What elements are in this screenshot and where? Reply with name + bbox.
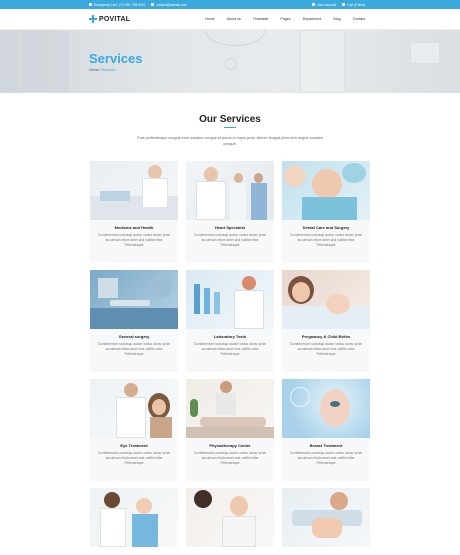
service-description: Condimentum sociosqu auctor varius donec…: [97, 233, 171, 247]
service-card[interactable]: [282, 488, 370, 547]
cart-label[interactable]: Cart (0 item): [347, 3, 365, 7]
site-logo[interactable]: POVITAL: [89, 15, 130, 23]
service-image: [282, 161, 370, 220]
email-info[interactable]: contact@domain.com: [151, 3, 187, 7]
service-description: Condimentum sociosqu auctor varius donec…: [193, 233, 267, 247]
medical-cross-icon: [89, 15, 97, 23]
breadcrumb-separator: /: [99, 68, 101, 72]
nav-item-blog[interactable]: Blog: [327, 17, 346, 21]
account-label[interactable]: User Account: [317, 3, 336, 7]
mail-icon: [151, 3, 155, 6]
nav-item-contact[interactable]: Contact: [347, 17, 371, 21]
section-divider: [224, 127, 236, 128]
service-image: [186, 161, 274, 220]
cart-link[interactable]: Cart (0 item): [342, 3, 365, 7]
breadcrumb: Home / Services: [89, 68, 115, 72]
account-link[interactable]: User Account: [312, 3, 336, 7]
service-card[interactable]: [186, 488, 274, 547]
service-card[interactable]: Dental Care and Surgery Condimentum soci…: [282, 161, 370, 263]
service-image: [282, 270, 370, 329]
service-image: [90, 270, 178, 329]
service-image: [90, 488, 178, 547]
service-description: Condimentum sociosqu auctor varius donec…: [97, 342, 171, 356]
cart-icon: [342, 3, 346, 6]
service-description: Condimentum sociosqu auctor varius donec…: [289, 342, 363, 356]
service-description: Condimentum sociosqu auctor varius donec…: [193, 451, 267, 465]
nav-item-timetable[interactable]: Timetable: [247, 17, 275, 21]
nav-item-home[interactable]: Home: [199, 17, 221, 21]
nav-item-department[interactable]: Department: [297, 17, 328, 21]
service-image: [282, 488, 370, 547]
phone-icon: [89, 3, 92, 6]
service-card[interactable]: Heart Specialist Condimentum sociosqu au…: [186, 161, 274, 263]
service-image: [282, 379, 370, 438]
service-card[interactable]: Medicine and Health Condimentum sociosqu…: [90, 161, 178, 263]
service-card[interactable]: [90, 488, 178, 547]
page-title: Services: [89, 51, 143, 66]
service-image: [90, 379, 178, 438]
user-icon: [312, 3, 316, 6]
service-description: Condimentum sociosqu auctor varius donec…: [97, 451, 171, 465]
phone-text: Emergency Line: (+1) 961-765-9370: [94, 2, 146, 7]
service-image: [186, 488, 274, 547]
top-bar: Emergency Line: (+1) 961-765-9370 contac…: [0, 0, 460, 9]
nav-item-about[interactable]: About us: [221, 17, 247, 21]
nav-item-pages[interactable]: Pages: [274, 17, 296, 21]
breadcrumb-home[interactable]: Home: [89, 68, 99, 72]
email-text[interactable]: contact@domain.com: [156, 3, 187, 7]
service-image: [90, 161, 178, 220]
service-image: [186, 270, 274, 329]
section-subtitle: Puis pellentesque congue eum sodales con…: [137, 136, 323, 146]
service-card[interactable]: Eye Treatment Condimentum sociosqu aucto…: [90, 379, 178, 481]
nav-menu: Home About us Timetable Pages Department…: [199, 17, 371, 21]
service-description: Condimentum sociosqu auctor varius donec…: [289, 451, 363, 465]
logo-text: POVITAL: [99, 15, 131, 23]
service-description: Condimentum sociosqu auctor varius donec…: [193, 342, 267, 356]
service-card[interactable]: Physiotherapy Center Condimentum sociosq…: [186, 379, 274, 481]
service-card[interactable]: Breast Treatment Condimentum sociosqu au…: [282, 379, 370, 481]
phone-info: Emergency Line: (+1) 961-765-9370: [89, 3, 145, 7]
breadcrumb-current: Services: [101, 68, 116, 72]
service-description: Condimentum sociosqu auctor varius donec…: [289, 233, 363, 247]
service-card[interactable]: Laboratory Tests Condimentum sociosqu au…: [186, 270, 274, 372]
page-banner: [0, 30, 460, 93]
service-card[interactable]: Pregnancy & Child Births Condimentum soc…: [282, 270, 370, 372]
service-card[interactable]: General surgery Condimentum sociosqu auc…: [90, 270, 178, 372]
main-nav: POVITAL Home About us Timetable Pages De…: [0, 9, 460, 30]
service-image: [186, 379, 274, 438]
section-title: Our Services: [199, 114, 261, 125]
